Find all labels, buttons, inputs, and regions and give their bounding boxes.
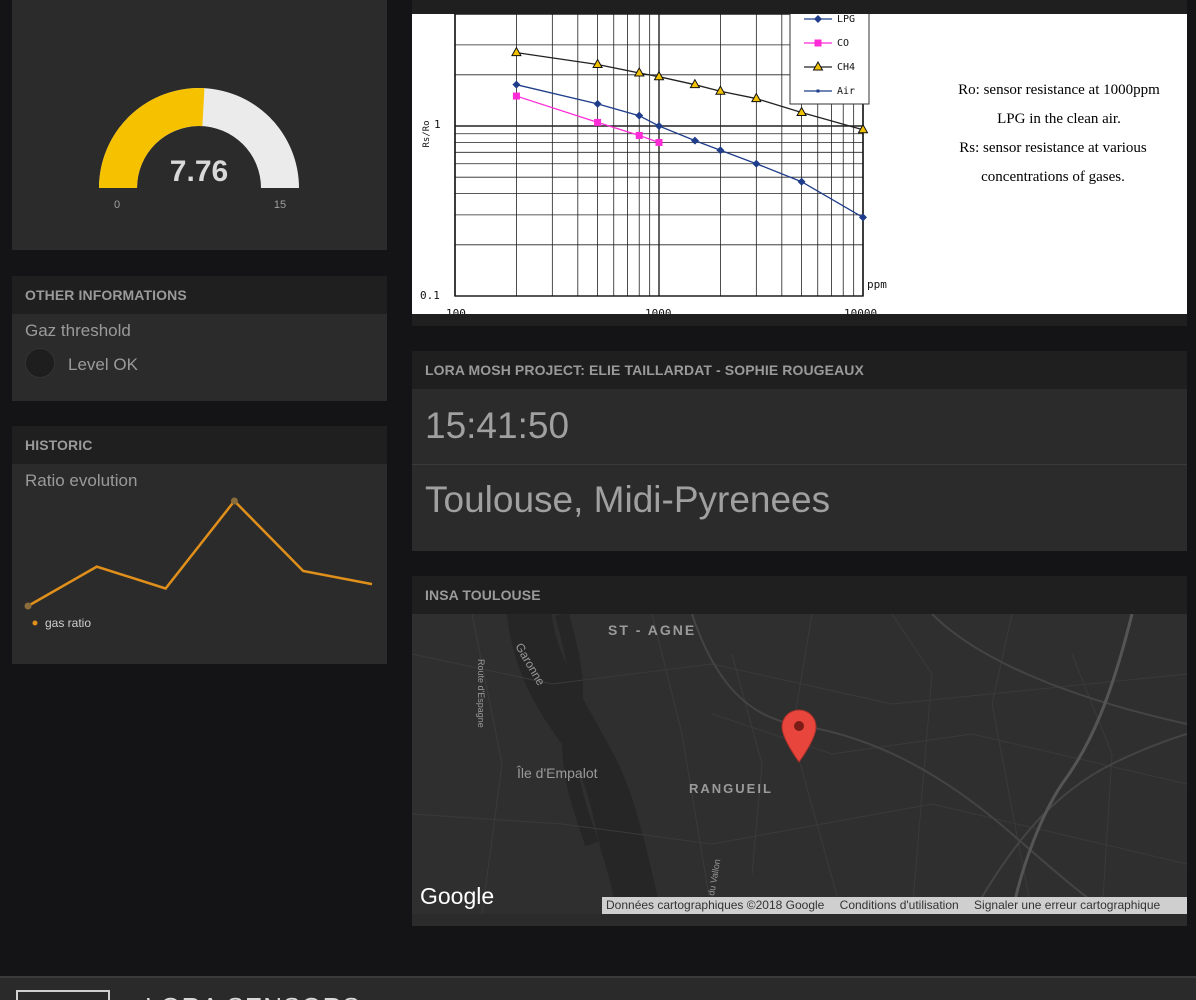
description-line-3: Rs: sensor resistance at various [959,140,1147,156]
lpg-point [512,80,521,89]
ch4-point [511,46,522,57]
gauge-value: 7.76 [170,155,228,188]
google-logo: Google [420,883,494,909]
historic-chart: gas ratio [24,497,373,630]
other-informations-title: OTHER INFORMATIONS [12,276,387,314]
description-line-1: Ro: sensor resistance at 1000ppm [958,82,1160,98]
gas-ratio-series-line [27,499,373,608]
label-ile-empalot: Île d'Empalot [516,765,598,781]
description-line-2: LPG in the clean air. [997,111,1121,127]
x-tick-10000: 10000 [844,307,877,314]
location-name: Toulouse, Midi-Pyrenees [425,479,831,520]
legend-label-lpg: LPG [837,14,855,25]
co-point [635,131,643,139]
gas-ratio-point [230,497,238,505]
label-rangueil: RANGUEIL [689,781,773,796]
map-canvas: ST - AGNE Garonne Route d'Espagne Île d'… [412,614,1187,914]
gaz-threshold-label: Gaz threshold [25,321,131,340]
other-informations-pane: OTHER INFORMATIONS Gaz threshold Level O… [12,276,387,401]
y-tick-1: 1 [434,118,441,131]
map-data-credit: Données cartographiques ©2018 Google [606,898,825,912]
map-view[interactable]: ST - AGNE Garonne Route d'Espagne Île d'… [412,614,1187,914]
datasheet-pane: Rs/Ro 1 0.1 100 1000 10000 ppm LPG CO CH4 A… [412,0,1187,326]
legend-label-ch4: CH4 [837,62,855,73]
map-report-link[interactable]: Signaler une erreur cartographique [974,898,1160,912]
lpg-point [635,111,644,120]
lpg-point [716,146,725,155]
lpg-series-line [516,84,864,218]
legend-marker-co [814,39,822,47]
y-axis-label: Rs/Ro [422,120,432,147]
gauge: 7.76 0 15 [99,88,299,211]
gauge-min-label: 0 [114,199,120,211]
x-tick-1000: 1000 [645,307,672,314]
label-st-agne: ST - AGNE [608,622,696,638]
description-line-4: concentrations of gases. [981,169,1125,185]
lpg-point [797,177,806,186]
co-point [594,118,602,126]
legend-label-air: Air [837,86,855,97]
label-route-espagne: Route d'Espagne [476,659,486,728]
map-title: INSA TOULOUSE [412,576,1187,614]
lpg-point [593,99,602,108]
project-title: LORA MOSH PROJECT: ELIE TAILLARDAT - SOP… [412,351,1187,389]
map-footer: Données cartographiques ©2018 Google Con… [602,897,1187,914]
legend-label-co: CO [837,38,849,49]
co-point [655,138,663,146]
lpg-point [655,122,663,130]
section-divider [412,464,1187,465]
legend-label: gas ratio [45,616,91,630]
threshold-indicator-light [25,348,55,378]
logo-box [16,990,110,1000]
map-pane: INSA TOULOUSE ST - AGNE Garonne Route d'… [412,576,1187,926]
lpg-point [690,136,699,145]
map-terms-link[interactable]: Conditions d'utilisation [840,898,959,912]
historic-pane: HISTORIC Ratio evolution gas ratio [12,426,387,664]
legend-marker-air [816,89,820,93]
datasheet-chart: Rs/Ro 1 0.1 100 1000 10000 ppm LPG CO CH4 A… [420,14,1160,314]
y-tick-0.1: 0.1 [420,289,440,302]
gas-ratio-point [24,602,32,610]
datasheet-image: Rs/Ro 1 0.1 100 1000 10000 ppm LPG CO CH4 A… [412,14,1187,314]
project-pane: LORA MOSH PROJECT: ELIE TAILLARDAT - SOP… [412,351,1187,551]
lpg-point [752,159,761,168]
legend-marker [32,620,38,626]
gauge-pane: 7.76 0 15 [12,0,387,250]
x-tick-100: 100 [446,307,466,314]
clock-time: 15:41:50 [425,405,570,446]
bottom-header-bar: LORA SENSORS [0,976,1196,1000]
dashboard-title: LORA SENSORS [145,992,361,1000]
level-ok-label: Level OK [68,355,138,374]
gauge-max-label: 15 [274,199,286,211]
co-point [512,92,520,100]
x-unit-label: ppm [867,278,887,291]
